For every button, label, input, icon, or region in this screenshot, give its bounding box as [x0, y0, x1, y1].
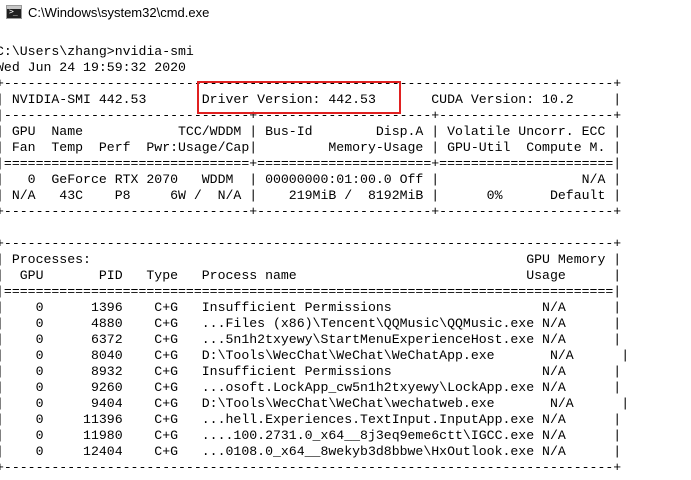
timestamp-line: Wed Jun 24 19:59:32 2020 — [0, 60, 186, 75]
cmd-window: >_ C:\Windows\system32\cmd.exe C:\Users\… — [0, 0, 691, 480]
process-row: | 0 8040 C+G D:\Tools\WecChat\WeChat\WeC… — [0, 348, 630, 363]
gpu-header-row: | GPU Name TCC/WDDM | Bus-Id Disp.A | Vo… — [0, 124, 622, 139]
table-border: +---------------------------------------… — [0, 236, 622, 251]
process-row: | 0 9404 C+G D:\Tools\WecChat\WeChat\wec… — [0, 396, 630, 411]
table-border: |=======================================… — [0, 284, 622, 299]
process-row: | 0 11980 C+G ....100.2731.0_x64__8j3eq9… — [0, 428, 622, 443]
table-border: +-------------------------------+-------… — [0, 204, 622, 219]
process-row: | 0 1396 C+G Insufficient Permissions N/… — [0, 300, 622, 315]
table-border: |===============================+=======… — [0, 156, 622, 171]
process-row: | 0 12404 C+G ...0108.0_x64__8wekyb3d8bb… — [0, 444, 622, 459]
processes-header-row: | GPU PID Type Process name Usage | — [0, 268, 622, 283]
gpu-info-row: | 0 GeForce RTX 2070 WDDM | 00000000:01:… — [0, 172, 622, 187]
gpu-info-row: | N/A 43C P8 6W / N/A | 219MiB / 8192MiB… — [0, 188, 622, 203]
processes-header-row: | Processes: GPU Memory | — [0, 252, 622, 267]
table-border: +---------------------------------------… — [0, 76, 622, 91]
process-row: | 0 9260 C+G ...osoft.LockApp_cw5n1h2txy… — [0, 380, 622, 395]
table-border: |-------------------------------+-------… — [0, 108, 622, 123]
gpu-header-row: | Fan Temp Perf Pwr:Usage/Cap| Memory-Us… — [0, 140, 622, 155]
command-line: C:\Users\zhang>nvidia-smi — [0, 44, 194, 59]
cmd-console-icon: >_ — [6, 5, 22, 19]
console-output[interactable]: C:\Users\zhang>nvidia-smi Wed Jun 24 19:… — [0, 26, 691, 480]
process-row: | 0 8932 C+G Insufficient Permissions N/… — [0, 364, 622, 379]
process-row: | 0 11396 C+G ...hell.Experiences.TextIn… — [0, 412, 622, 427]
version-line: | NVIDIA-SMI 442.53 Driver Version: 442.… — [0, 92, 622, 107]
process-row: | 0 6372 C+G ...5n1h2txyewy\StartMenuExp… — [0, 332, 622, 347]
process-row: | 0 4880 C+G ...Files (x86)\Tencent\QQMu… — [0, 316, 622, 331]
window-title: C:\Windows\system32\cmd.exe — [28, 5, 210, 20]
table-border: +---------------------------------------… — [0, 460, 622, 475]
title-bar[interactable]: >_ C:\Windows\system32\cmd.exe — [0, 0, 691, 26]
